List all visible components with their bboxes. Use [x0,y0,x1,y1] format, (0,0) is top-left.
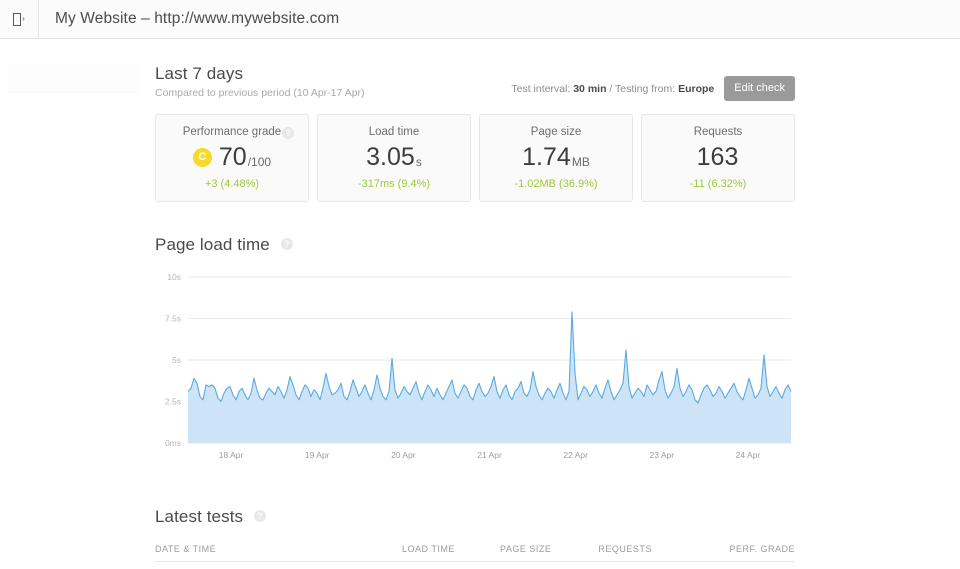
metric-value-row: 1.74 MB [522,145,590,170]
svg-text:10s: 10s [167,272,181,282]
cell-datetime: 2017-04-24 10:57:35 [155,562,356,569]
metric-card-performance-grade[interactable]: ? Performance grade C 70 /100 +3 (4.48%) [155,114,309,202]
table-head: DATE & TIME LOAD TIME PAGE SIZE REQUESTS… [155,540,795,562]
page-load-time-chart[interactable]: 0ms 2.5s 5s 7.5s 10s 18 Apr 19 Apr 20 Apr 21 Apr… [155,269,795,469]
metric-delta: +3 (4.48%) [205,178,259,190]
sidebar-placeholder [8,63,138,93]
metric-value: 163 [697,145,739,170]
cell-perf-grade: D 69/100 › [652,562,795,569]
chart-svg: 0ms 2.5s 5s 7.5s 10s 18 Apr 19 Apr 20 Apr 21 Apr… [155,269,795,469]
metric-value: 1.74 [522,145,571,170]
help-icon[interactable]: ? [282,127,294,139]
chart-title-row: Page load time ? [155,235,795,255]
svg-text:2.5s: 2.5s [165,397,181,407]
check-meta: Test interval: 30 min / Testing from: Eu… [511,64,795,101]
latest-tests-table: DATE & TIME LOAD TIME PAGE SIZE REQUESTS… [155,540,795,569]
page-body: Last 7 days Compared to previous period … [0,39,960,569]
column-header-requests[interactable]: REQUESTS [551,540,652,562]
tests-title-row: Latest tests ? [155,507,795,527]
test-interval-info: Test interval: 30 min / Testing from: Eu… [511,83,714,95]
chevron-right-icon: › [22,15,25,23]
svg-text:18 Apr: 18 Apr [219,450,244,460]
metric-card-load-time[interactable]: Load time 3.05 s -317ms (9.4%) [317,114,471,202]
tests-title: Latest tests [155,507,243,526]
overview-header: Last 7 days Compared to previous period … [155,39,795,101]
metric-delta: -1.02MB (36.9%) [514,178,597,190]
help-icon[interactable]: ? [254,510,266,522]
metric-card-page-size[interactable]: Page size 1.74 MB -1.02MB (36.9%) [479,114,633,202]
meta-prefix: Test interval: [511,83,573,95]
latest-tests-section: Latest tests ? DATE & TIME LOAD TIME PAG… [155,507,795,569]
svg-text:23 Apr: 23 Apr [649,450,674,460]
edit-check-button[interactable]: Edit check [724,76,795,101]
metric-label: Performance grade [183,126,281,138]
metric-unit: /100 [248,156,271,170]
svg-text:21 Apr: 21 Apr [477,450,502,460]
sidebar-toggle-icon [13,13,21,26]
metric-delta: -317ms (9.4%) [358,178,430,190]
table-row[interactable]: 2017-04-24 10:57:35 3.21s 1.89 MB 166 D … [155,562,795,569]
page-load-time-section: Page load time ? 0ms 2.5s 5s 7.5s 10s 18 Apr 1… [155,235,795,469]
overview-period: Last 7 days Compared to previous period … [155,64,365,99]
svg-text:22 Apr: 22 Apr [563,450,588,460]
metric-unit: MB [572,156,590,170]
table-body: 2017-04-24 10:57:35 3.21s 1.89 MB 166 D … [155,562,795,569]
main-content: Last 7 days Compared to previous period … [155,39,795,569]
metric-value-row: C 70 /100 [193,145,271,170]
metric-label: Page size [531,126,582,138]
column-header-page-size[interactable]: PAGE SIZE [455,540,551,562]
svg-text:7.5s: 7.5s [165,314,181,324]
column-header-datetime[interactable]: DATE & TIME [155,540,356,562]
metric-value: 3.05 [366,145,415,170]
metric-value: 70 [219,145,247,170]
cell-requests: 166 [551,562,652,569]
metric-delta: -11 (6.32%) [690,178,747,190]
metric-cards: ? Performance grade C 70 /100 +3 (4.48%)… [155,114,795,202]
cell-page-size: 1.89 MB [455,562,551,569]
metric-unit: s [416,156,422,170]
svg-text:19 Apr: 19 Apr [305,450,330,460]
metric-value-row: 3.05 s [366,145,422,170]
overview-subtitle: Compared to previous period (10 Apr-17 A… [155,87,365,99]
table-header-row: DATE & TIME LOAD TIME PAGE SIZE REQUESTS… [155,540,795,562]
svg-text:24 Apr: 24 Apr [736,450,761,460]
metric-label: Load time [369,126,420,138]
meta-middle: / Testing from: [606,83,678,95]
overview-title: Last 7 days [155,64,365,84]
metric-label: Requests [694,126,743,138]
help-icon[interactable]: ? [281,238,293,250]
column-header-perf-grade[interactable]: PERF. GRADE [652,540,795,562]
page-title: My Website – http://www.mywebsite.com [39,0,339,38]
metric-value-row: 163 [697,145,740,170]
svg-text:0ms: 0ms [165,438,181,448]
test-interval-value: 30 min [573,83,606,95]
svg-text:20 Apr: 20 Apr [391,450,416,460]
column-header-load-time[interactable]: LOAD TIME [356,540,455,562]
sidebar-toggle-button[interactable]: › [0,0,39,38]
testing-from-value: Europe [678,83,714,95]
top-bar: › My Website – http://www.mywebsite.com [0,0,960,39]
metric-card-requests[interactable]: Requests 163 -11 (6.32%) [641,114,795,202]
chart-title: Page load time [155,235,270,254]
cell-load-time: 3.21s [356,562,455,569]
grade-badge-icon: C [193,148,212,167]
svg-text:5s: 5s [172,355,181,365]
